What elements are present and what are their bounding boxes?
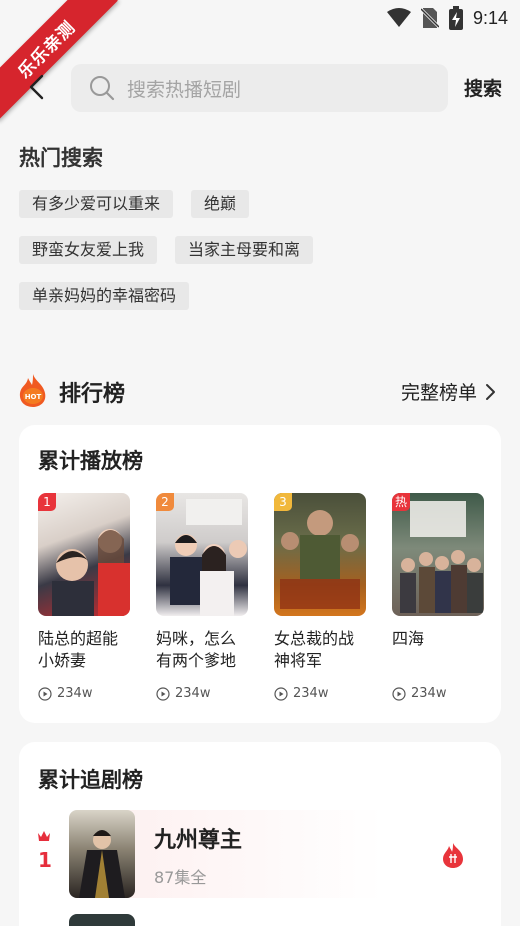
follow-rank-number: 1 xyxy=(38,848,52,872)
hot-search-chip[interactable]: 野蛮女友爱上我 xyxy=(19,236,158,264)
hot-search-chips: 有多少爱可以重来 绝巅 野蛮女友爱上我 当家主母要和离 单亲妈妈的幸福密码 xyxy=(19,190,499,328)
play-count-text: 234w xyxy=(411,686,447,701)
rank-badge: 热 xyxy=(392,493,410,511)
search-button[interactable]: 搜索 xyxy=(464,74,502,101)
play-circle-icon xyxy=(38,686,52,701)
search-input[interactable]: 搜索热播短剧 xyxy=(71,64,448,112)
ranking-title: 排行榜 xyxy=(59,382,126,407)
drama-name: 妈咪，怎么有两个爹地 xyxy=(156,629,237,670)
hot-search-chip[interactable]: 单亲妈妈的幸福密码 xyxy=(19,282,190,310)
follow-poster xyxy=(69,810,135,898)
play-chart-title: 累计播放榜 xyxy=(38,449,143,473)
rank-badge: 1 xyxy=(38,493,56,511)
svg-text:HOT: HOT xyxy=(25,393,42,401)
follow-drama-name: 九州尊主 xyxy=(154,828,243,853)
play-count-text: 234w xyxy=(57,686,93,701)
drama-item[interactable]: 2 妈咪，怎么有两个爹地 234w xyxy=(156,493,248,701)
play-count-text: 234w xyxy=(175,686,211,701)
play-count-text: 234w xyxy=(293,686,329,701)
wifi-icon xyxy=(386,8,411,27)
hot-search-title: 热门搜索 xyxy=(19,146,103,170)
drama-list: 1 陆总的超能小娇妻 234w 2 妈咪，怎么有两个爹地 234w 3 女总裁的… xyxy=(38,493,484,701)
rank-badge: 2 xyxy=(156,493,174,511)
chip-row: 有多少爱可以重来 绝巅 xyxy=(19,190,499,218)
search-placeholder: 搜索热播短剧 xyxy=(127,78,242,101)
follow-episode-count: 87集全 xyxy=(154,868,207,887)
search-row: 搜索热播短剧 搜索 xyxy=(0,62,520,114)
drama-poster: 2 xyxy=(156,493,248,616)
drama-item[interactable]: 3 女总裁的战神将军 234w xyxy=(274,493,366,701)
status-icons: 9:14 xyxy=(386,6,508,30)
back-arrow-icon[interactable] xyxy=(22,72,52,102)
drama-poster: 1 xyxy=(38,493,130,616)
drama-item[interactable]: 1 陆总的超能小娇妻 234w xyxy=(38,493,130,701)
full-ranking-link[interactable]: 完整榜单 xyxy=(401,378,497,405)
play-chart-card: 累计播放榜 1 陆总的超能小娇妻 234w 2 妈咪，怎么有两个爹地 234w … xyxy=(19,425,501,723)
play-circle-icon xyxy=(274,686,288,701)
drama-name: 陆总的超能小娇妻 xyxy=(38,629,119,670)
fire-badge-icon xyxy=(443,843,463,868)
drama-play-count: 234w xyxy=(156,686,248,701)
crown-icon xyxy=(38,831,50,841)
play-circle-icon xyxy=(156,686,170,701)
chip-row: 野蛮女友爱上我 当家主母要和离 xyxy=(19,236,499,264)
drama-name: 女总裁的战神将军 xyxy=(274,629,355,670)
follow-poster-partial xyxy=(69,914,135,926)
battery-charging-icon xyxy=(448,6,463,30)
hot-search-chip[interactable]: 当家主母要和离 xyxy=(175,236,314,264)
chip-row: 单亲妈妈的幸福密码 xyxy=(19,282,499,310)
drama-poster: 3 xyxy=(274,493,366,616)
follow-chart-card: 累计追剧榜 1 九州尊主 87集全 xyxy=(19,742,501,926)
hot-search-chip[interactable]: 有多少爱可以重来 xyxy=(19,190,174,218)
hot-flame-icon: HOT xyxy=(19,374,46,407)
chevron-right-icon xyxy=(486,383,495,400)
rank-badge: 3 xyxy=(274,493,292,511)
drama-poster: 热 xyxy=(392,493,484,616)
drama-name: 四海 xyxy=(392,629,425,648)
drama-play-count: 234w xyxy=(274,686,366,701)
follow-chart-title: 累计追剧榜 xyxy=(38,768,143,792)
play-circle-icon xyxy=(392,686,406,701)
status-time: 9:14 xyxy=(472,7,508,28)
no-sim-icon xyxy=(420,7,439,29)
drama-play-count: 234w xyxy=(392,686,484,701)
ranking-header: HOT 排行榜 完整榜单 xyxy=(19,373,501,409)
full-ranking-label: 完整榜单 xyxy=(400,382,477,404)
hot-search-chip[interactable]: 绝巅 xyxy=(191,190,250,218)
drama-item[interactable]: 热 四海 234w xyxy=(392,493,484,701)
drama-play-count: 234w xyxy=(38,686,130,701)
follow-chart-item[interactable]: 1 九州尊主 87集全 xyxy=(19,810,501,900)
search-icon xyxy=(90,76,115,101)
